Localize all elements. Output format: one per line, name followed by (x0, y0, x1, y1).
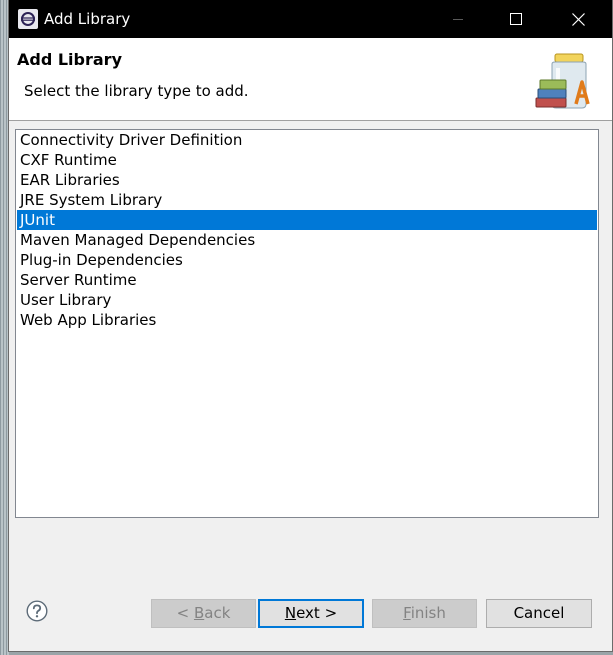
page-title: Add Library (17, 50, 122, 69)
library-type-item[interactable]: EAR Libraries (17, 170, 597, 190)
eclipse-icon (18, 9, 38, 29)
library-jar-icon (530, 48, 602, 112)
minimize-icon (452, 13, 464, 25)
library-type-item[interactable]: JRE System Library (17, 190, 597, 210)
library-type-item[interactable]: CXF Runtime (17, 150, 597, 170)
window-title: Add Library (44, 10, 131, 28)
library-type-item[interactable]: Connectivity Driver Definition (17, 130, 597, 150)
maximize-icon (510, 13, 522, 25)
library-type-item[interactable]: Maven Managed Dependencies (17, 230, 597, 250)
library-type-item[interactable]: User Library (17, 290, 597, 310)
library-type-list[interactable]: Connectivity Driver Definition CXF Runtim… (15, 129, 599, 518)
library-type-item[interactable]: Server Runtime (17, 270, 597, 290)
library-type-item[interactable]: Plug-in Dependencies (17, 250, 597, 270)
next-button[interactable]: Next > (258, 599, 364, 628)
desktop: Add Library Add Library Select the libra… (0, 0, 613, 655)
minimize-button[interactable] (429, 0, 487, 38)
close-button[interactable] (545, 0, 612, 38)
maximize-button[interactable] (487, 0, 545, 38)
page-description: Select the library type to add. (24, 82, 249, 100)
finish-button[interactable]: Finish (372, 599, 477, 628)
wizard-header: Add Library Select the library type to a… (9, 38, 612, 121)
back-button[interactable]: < Back (151, 599, 256, 628)
help-icon[interactable] (26, 600, 48, 622)
cancel-button[interactable]: Cancel (486, 599, 592, 628)
title-bar[interactable]: Add Library (9, 0, 612, 38)
library-type-item[interactable]: Web App Libraries (17, 310, 597, 330)
close-icon (572, 12, 585, 26)
library-type-item[interactable]: JUnit (17, 210, 597, 230)
add-library-dialog: Add Library Add Library Select the libra… (8, 0, 613, 652)
